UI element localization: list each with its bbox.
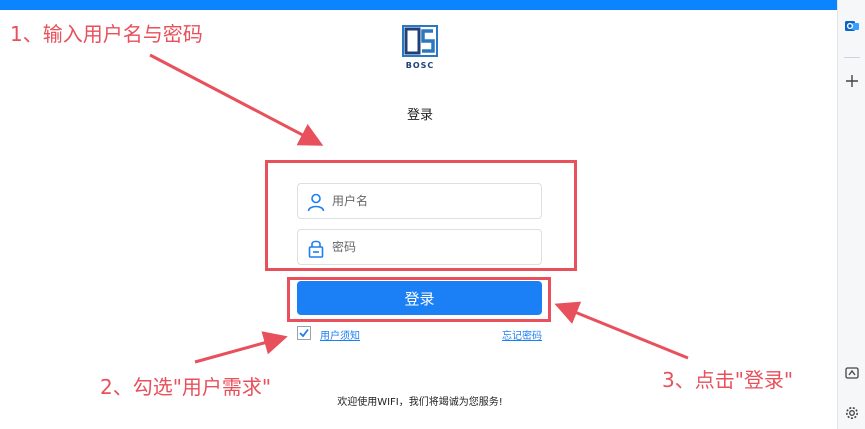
- side-panel-divider: [844, 57, 860, 58]
- forgot-password-link[interactable]: 忘记密码: [502, 327, 542, 342]
- logo-text: BOSC: [406, 61, 435, 70]
- password-input[interactable]: [332, 230, 532, 264]
- lock-icon: [308, 240, 324, 258]
- agreement-row: 用户须知 忘记密码: [297, 326, 542, 342]
- user-icon: [307, 193, 325, 212]
- login-button[interactable]: 登录: [297, 281, 542, 315]
- agree-checkbox[interactable]: [297, 326, 311, 340]
- username-input[interactable]: [332, 184, 532, 218]
- annotation-step2: 2、勾选"用户需求": [100, 375, 272, 399]
- plus-icon[interactable]: [844, 73, 860, 89]
- gear-icon[interactable]: [844, 405, 860, 421]
- password-field[interactable]: [297, 229, 542, 265]
- bosc-logo-icon: BOSC: [402, 25, 438, 70]
- arrow-to-checkbox: [194, 331, 288, 364]
- page-title: 登录: [406, 108, 433, 123]
- checkmark-icon: [299, 328, 309, 338]
- outlook-icon[interactable]: [844, 18, 860, 34]
- browser-top-bar: [0, 0, 837, 10]
- browser-side-panel: [837, 0, 865, 429]
- arrow-to-login: [554, 301, 689, 360]
- screenshot-icon[interactable]: [844, 365, 860, 381]
- arrow-to-credentials: [149, 53, 324, 146]
- annotation-step3: 3、点击"登录": [662, 368, 794, 392]
- annotation-step1: 1、输入用户名与密码: [10, 22, 203, 46]
- user-notice-link[interactable]: 用户须知: [320, 327, 360, 342]
- username-field[interactable]: [297, 183, 542, 219]
